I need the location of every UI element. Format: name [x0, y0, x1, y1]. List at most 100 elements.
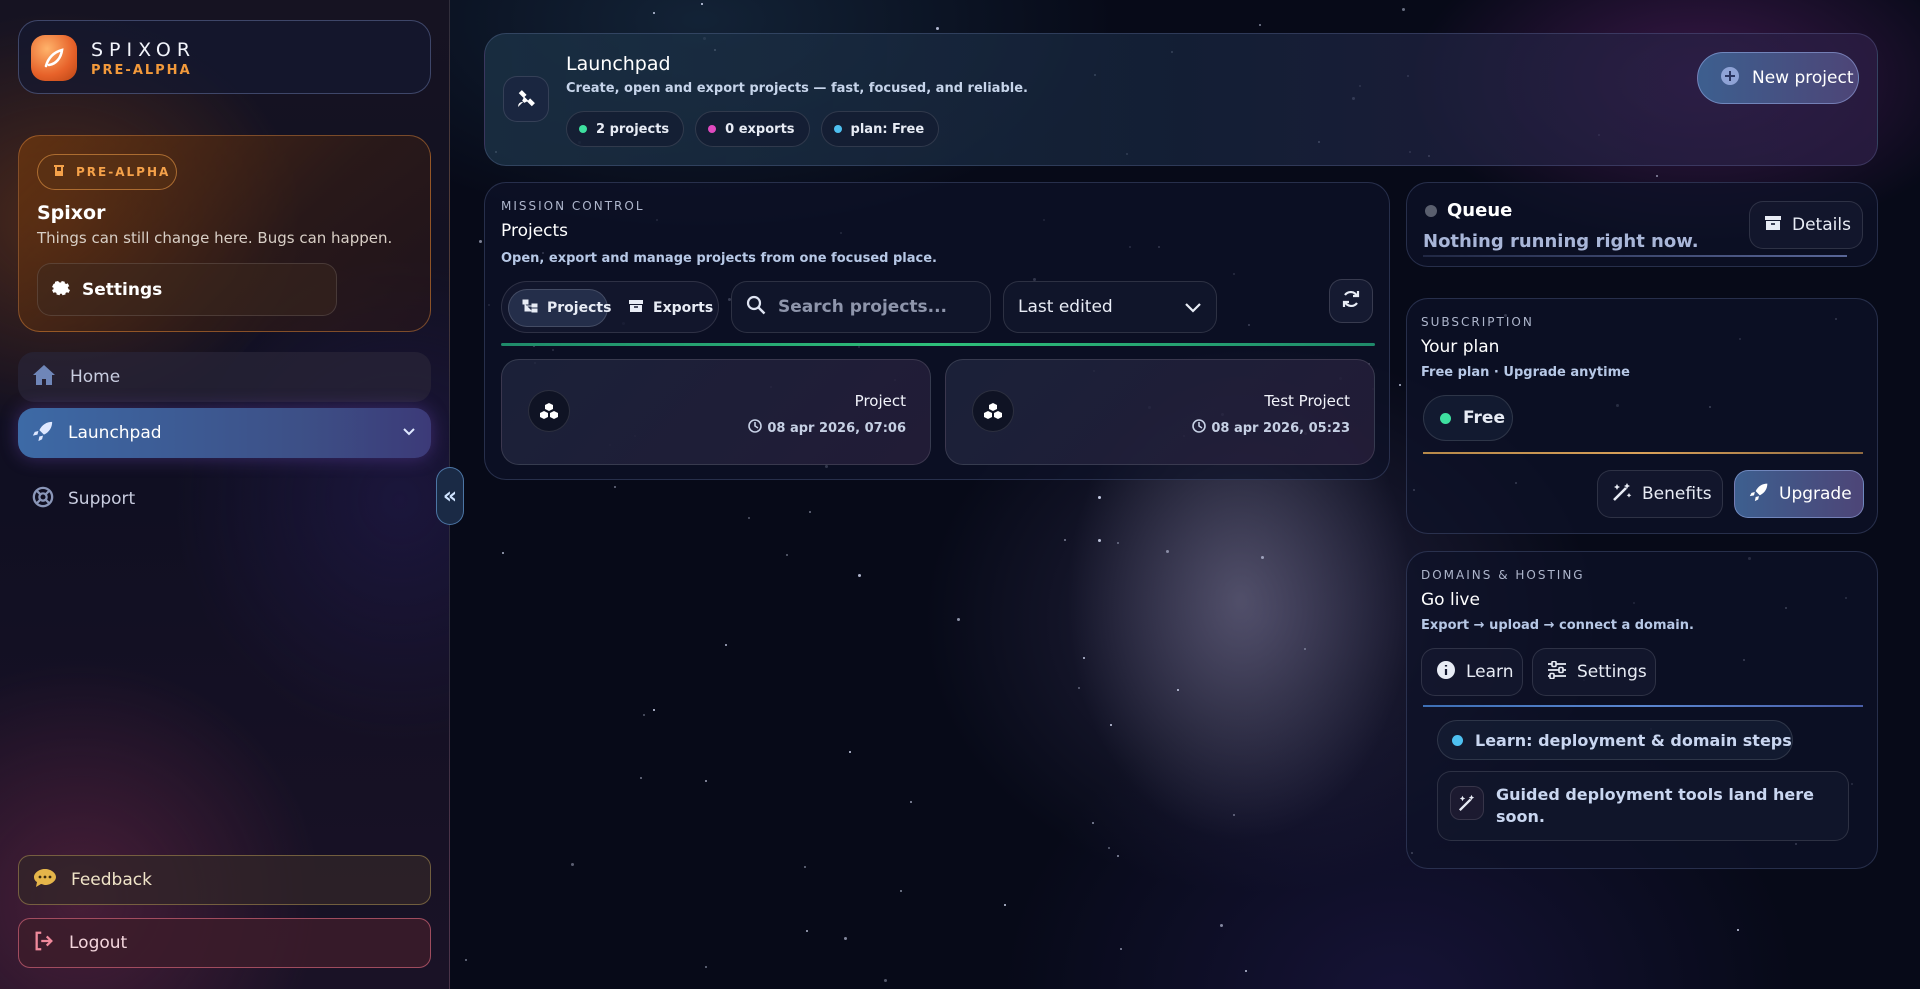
star [806, 929, 809, 932]
search-icon [746, 295, 766, 319]
star [1166, 549, 1170, 553]
star [1220, 924, 1224, 928]
star [724, 644, 727, 647]
nav-home-label: Home [70, 367, 121, 387]
subscription-title: Your plan [1421, 337, 1500, 357]
stat-pill-label: 2 projects [596, 121, 670, 137]
star [705, 965, 708, 968]
star [1655, 174, 1658, 177]
star [700, 2, 703, 5]
cubes-icon [528, 390, 570, 432]
nav-launchpad-label: Launchpad [68, 423, 162, 443]
nav-support-label: Support [68, 489, 136, 509]
satellite-icon [503, 76, 549, 122]
notice-title: Spixor [37, 202, 106, 224]
view-tabs: Projects Exports [501, 281, 719, 333]
star [502, 552, 505, 555]
star [1258, 23, 1261, 26]
tab-projects-label: Projects [547, 300, 612, 316]
clock-icon [748, 419, 763, 437]
star [1098, 538, 1102, 542]
subscription-eyebrow: SUBSCRIPTION [1421, 315, 1534, 329]
launchpad-hero: Launchpad Create, open and export projec… [484, 33, 1878, 166]
project-date: 08 apr 2026, 05:23 [1192, 419, 1350, 437]
star [936, 26, 940, 30]
tab-projects[interactable]: Projects [508, 289, 612, 327]
magic-wand-icon [1450, 786, 1484, 820]
star [1004, 903, 1006, 906]
star [640, 777, 643, 780]
refresh-button[interactable] [1329, 279, 1373, 323]
notice-settings-button[interactable]: Settings [37, 263, 337, 316]
logout-icon [33, 930, 55, 957]
star [1110, 724, 1113, 727]
star [844, 937, 848, 941]
search-input[interactable] [778, 297, 978, 317]
guided-deployment-notice: Guided deployment tools land here soon. [1437, 771, 1849, 841]
learn-deployment-link[interactable]: Learn: deployment & domain steps [1437, 720, 1793, 760]
stat-pill-exports: 0 exports [695, 111, 810, 147]
star [1117, 854, 1119, 857]
star [1116, 542, 1119, 545]
sort-select[interactable]: Last edited [1003, 281, 1217, 333]
plan-badge: Free [1423, 395, 1513, 441]
feedback-button[interactable]: Feedback [18, 855, 431, 905]
status-dot-icon [708, 125, 717, 133]
pre-alpha-notice: PRE-ALPHA Spixor Things can still change… [18, 135, 431, 332]
cubes-icon [972, 390, 1014, 432]
pre-alpha-badge: PRE-ALPHA [37, 154, 177, 190]
logout-button[interactable]: Logout [18, 918, 431, 968]
rocket-icon [32, 420, 54, 447]
chevron-down-icon[interactable] [401, 424, 417, 445]
page-title: Launchpad [566, 53, 671, 75]
queue-title: Queue [1447, 200, 1513, 221]
queue-details-button[interactable]: Details [1749, 201, 1863, 249]
stat-pill-label: 0 exports [725, 121, 795, 137]
learn-deployment-label: Learn: deployment & domain steps [1475, 730, 1792, 750]
project-card[interactable]: Project 08 apr 2026, 07:06 [501, 359, 931, 465]
queue-details-label: Details [1792, 215, 1851, 235]
collapse-sidebar-button[interactable]: « [436, 467, 464, 525]
star [571, 863, 575, 867]
gear-icon [52, 278, 70, 301]
project-card[interactable]: Test Project 08 apr 2026, 05:23 [945, 359, 1375, 465]
logout-label: Logout [69, 933, 128, 953]
star [643, 713, 646, 716]
star [884, 978, 888, 982]
benefits-button[interactable]: Benefits [1597, 470, 1723, 518]
flask-icon [52, 164, 66, 181]
upgrade-label: Upgrade [1779, 484, 1852, 504]
mission-description: Open, export and manage projects from on… [501, 251, 937, 266]
clock-icon [1192, 419, 1207, 437]
new-project-button[interactable]: New project [1697, 52, 1859, 104]
star [1304, 647, 1307, 650]
upgrade-button[interactable]: Upgrade [1734, 470, 1864, 518]
project-name: Test Project [1264, 392, 1350, 410]
domain-settings-button[interactable]: Settings [1532, 648, 1656, 696]
plus-circle-icon [1720, 66, 1740, 91]
mission-eyebrow: MISSION CONTROL [501, 199, 645, 213]
tab-exports[interactable]: Exports [622, 289, 714, 327]
stat-pill-projects: 2 projects [566, 111, 685, 147]
lifebuoy-icon [32, 486, 54, 513]
learn-label: Learn [1466, 662, 1514, 682]
star [849, 751, 852, 754]
nav-home[interactable]: Home [18, 352, 431, 402]
star [857, 573, 861, 577]
star [809, 511, 812, 514]
nav-launchpad[interactable]: Launchpad [18, 408, 431, 458]
status-dot-icon [579, 125, 587, 133]
status-dot-icon [1425, 205, 1437, 217]
brand-name: SPIXOR [91, 39, 197, 61]
mission-title: Projects [501, 221, 569, 241]
brand[interactable]: SPIXOR PRE-ALPHA [18, 20, 431, 94]
learn-button[interactable]: Learn [1421, 648, 1523, 696]
star [909, 800, 912, 803]
home-icon [32, 364, 56, 391]
star [1091, 821, 1094, 824]
nav-support[interactable]: Support [18, 474, 431, 524]
notice-description: Things can still change here. Bugs can h… [37, 229, 393, 247]
domains-panel: DOMAINS & HOSTING Go live Export → uploa… [1406, 551, 1878, 869]
archive-icon [628, 299, 644, 317]
star [956, 617, 960, 621]
